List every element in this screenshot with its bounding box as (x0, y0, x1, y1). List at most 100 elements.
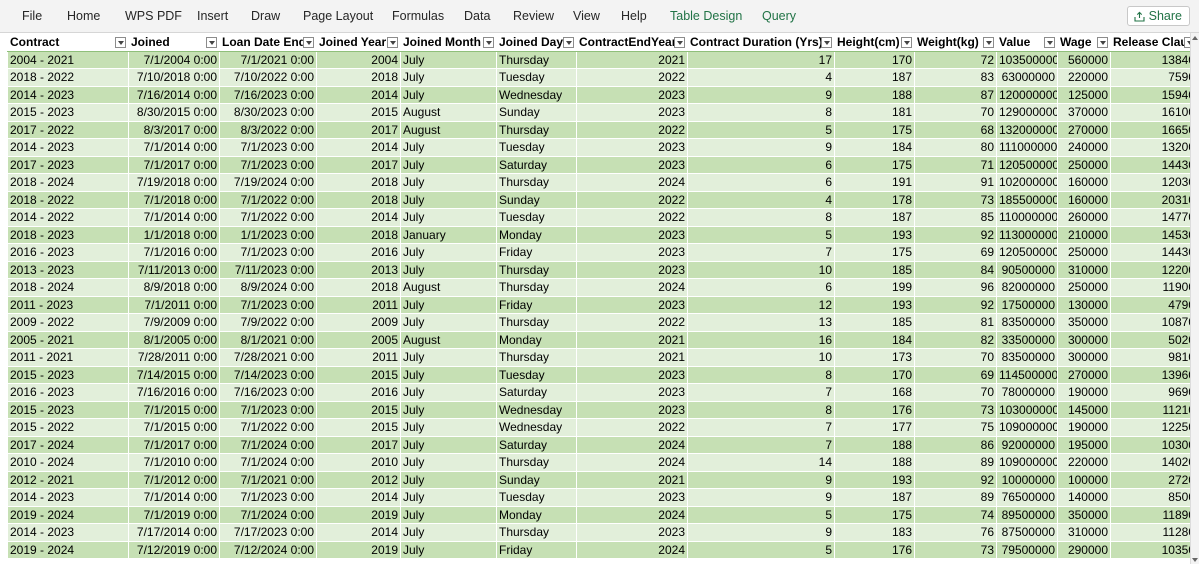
table-cell[interactable]: Tuesday (496, 68, 577, 87)
table-cell[interactable]: 82000000 (996, 278, 1058, 297)
table-cell[interactable]: 12 (687, 295, 835, 314)
filter-dropdown-icon[interactable] (303, 37, 314, 48)
table-cell[interactable]: 2014 (316, 208, 401, 227)
table-cell[interactable]: 250000 (1057, 278, 1111, 297)
table-cell[interactable]: 2014 (316, 138, 401, 157)
table-cell[interactable]: 14430 (1110, 155, 1190, 174)
table-cell[interactable]: January (400, 225, 497, 244)
table-cell[interactable]: 2022 (576, 190, 688, 209)
table-cell[interactable]: 15940 (1110, 85, 1190, 104)
table-cell[interactable]: 2014 - 2023 (7, 523, 129, 542)
table-cell[interactable]: 7/11/2023 0:00 (219, 260, 317, 279)
table-cell[interactable]: 2014 - 2022 (7, 208, 129, 227)
table-cell[interactable]: 7/9/2022 0:00 (219, 313, 317, 332)
table-cell[interactable]: 184 (834, 138, 915, 157)
table-cell[interactable]: 350000 (1057, 313, 1111, 332)
table-cell[interactable]: 181 (834, 103, 915, 122)
table-cell[interactable]: 2015 - 2023 (7, 400, 129, 419)
table-cell[interactable]: Wednesday (496, 85, 577, 104)
table-cell[interactable]: 270000 (1057, 365, 1111, 384)
table-cell[interactable]: 140000 (1057, 488, 1111, 507)
filter-dropdown-icon[interactable] (901, 37, 912, 48)
table-cell[interactable]: July (400, 155, 497, 174)
filter-dropdown-icon[interactable] (206, 37, 217, 48)
table-cell[interactable]: 187 (834, 208, 915, 227)
table-cell[interactable]: 1/1/2018 0:00 (128, 225, 220, 244)
table-cell[interactable]: Tuesday (496, 208, 577, 227)
table-cell[interactable]: 2013 - 2023 (7, 260, 129, 279)
table-cell[interactable]: Saturday (496, 435, 577, 454)
table-cell[interactable]: 2022 (576, 120, 688, 139)
table-cell[interactable]: 7/1/2022 0:00 (219, 208, 317, 227)
table-cell[interactable]: 2024 (576, 453, 688, 472)
table-cell[interactable]: 120000000 (996, 85, 1058, 104)
table-cell[interactable]: 84 (914, 260, 997, 279)
table-cell[interactable]: 290000 (1057, 540, 1111, 559)
table-cell[interactable]: 2018 - 2022 (7, 190, 129, 209)
table-cell[interactable]: 7 (687, 435, 835, 454)
table-cell[interactable]: 130000 (1057, 295, 1111, 314)
table-cell[interactable]: 7/10/2018 0:00 (128, 68, 220, 87)
table-cell[interactable]: 310000 (1057, 260, 1111, 279)
tab-table-design[interactable]: Table Design (670, 9, 742, 23)
table-cell[interactable]: 7/16/2023 0:00 (219, 85, 317, 104)
table-cell[interactable]: 178 (834, 190, 915, 209)
table-cell[interactable]: 13200 (1110, 138, 1190, 157)
column-header[interactable]: Release Claus (1110, 33, 1190, 52)
table-cell[interactable]: 16 (687, 330, 835, 349)
table-cell[interactable]: 2016 (316, 243, 401, 262)
table-cell[interactable]: 91 (914, 173, 997, 192)
table-cell[interactable]: 7/1/2018 0:00 (128, 190, 220, 209)
table-cell[interactable]: 7/1/2017 0:00 (128, 435, 220, 454)
table-cell[interactable]: 7/1/2022 0:00 (219, 418, 317, 437)
table-cell[interactable]: 168 (834, 383, 915, 402)
table-cell[interactable]: 6 (687, 278, 835, 297)
table-cell[interactable]: Sunday (496, 470, 577, 489)
table-cell[interactable]: 8 (687, 365, 835, 384)
table-cell[interactable]: 2015 (316, 400, 401, 419)
filter-dropdown-icon[interactable] (563, 37, 574, 48)
table-cell[interactable]: July (400, 68, 497, 87)
table-cell[interactable]: 68 (914, 120, 997, 139)
table-cell[interactable]: 14530 (1110, 225, 1190, 244)
table-cell[interactable]: July (400, 50, 497, 69)
table-cell[interactable]: 160000 (1057, 190, 1111, 209)
table-cell[interactable]: 7/19/2024 0:00 (219, 173, 317, 192)
table-cell[interactable]: 310000 (1057, 523, 1111, 542)
table-cell[interactable]: 176 (834, 400, 915, 419)
table-cell[interactable]: 2024 (576, 540, 688, 559)
tab-wps-pdf[interactable]: WPS PDF (125, 9, 182, 23)
table-cell[interactable]: 2005 - 2021 (7, 330, 129, 349)
table-cell[interactable]: 2009 - 2022 (7, 313, 129, 332)
table-cell[interactable]: 5 (687, 505, 835, 524)
table-cell[interactable]: August (400, 278, 497, 297)
table-cell[interactable]: 125000 (1057, 85, 1111, 104)
table-cell[interactable]: July (400, 313, 497, 332)
table-cell[interactable]: 2024 (576, 505, 688, 524)
table-cell[interactable]: 14020 (1110, 453, 1190, 472)
table-cell[interactable]: 190000 (1057, 418, 1111, 437)
table-cell[interactable]: 8/30/2023 0:00 (219, 103, 317, 122)
table-cell[interactable]: 70 (914, 348, 997, 367)
table-cell[interactable]: 2017 - 2022 (7, 120, 129, 139)
table-cell[interactable]: 7/16/2023 0:00 (219, 383, 317, 402)
table-cell[interactable]: 2021 (576, 330, 688, 349)
table-cell[interactable]: 8/3/2022 0:00 (219, 120, 317, 139)
table-cell[interactable]: 9 (687, 85, 835, 104)
table-cell[interactable]: 2018 (316, 190, 401, 209)
filter-dropdown-icon[interactable] (1097, 37, 1108, 48)
table-cell[interactable]: 73 (914, 540, 997, 559)
table-cell[interactable]: 110000000 (996, 208, 1058, 227)
table-cell[interactable]: 185500000 (996, 190, 1058, 209)
table-cell[interactable]: 70 (914, 103, 997, 122)
table-cell[interactable]: Thursday (496, 348, 577, 367)
table-cell[interactable]: 7/1/2021 0:00 (219, 50, 317, 69)
table-cell[interactable]: 8/3/2017 0:00 (128, 120, 220, 139)
table-cell[interactable]: 199 (834, 278, 915, 297)
table-cell[interactable]: 2013 (316, 260, 401, 279)
table-cell[interactable]: 2023 (576, 400, 688, 419)
table-cell[interactable]: 9 (687, 523, 835, 542)
table-cell[interactable]: 2017 - 2024 (7, 435, 129, 454)
table-cell[interactable]: Friday (496, 540, 577, 559)
table-cell[interactable]: 7 (687, 383, 835, 402)
